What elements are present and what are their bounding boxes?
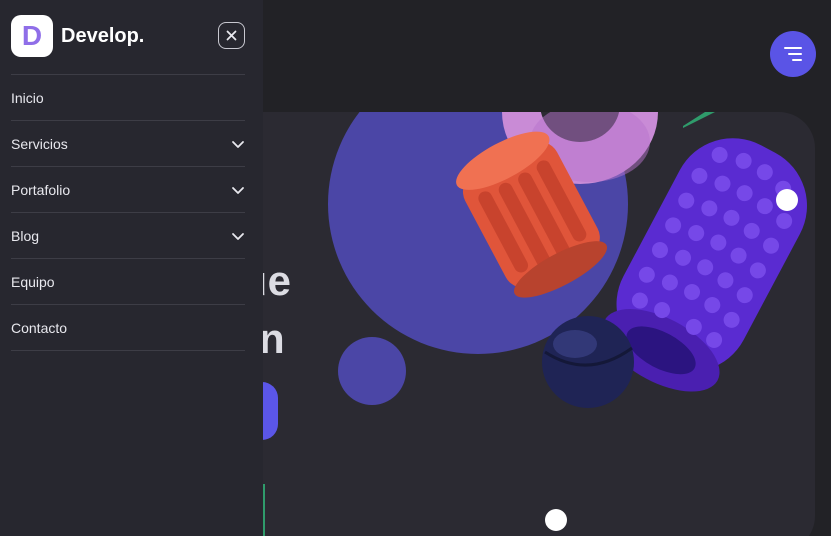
close-menu-button[interactable] — [218, 22, 245, 49]
nav-item-inicio[interactable]: Inicio — [11, 75, 245, 121]
nav-item-portafolio[interactable]: Portafolio — [11, 167, 245, 213]
chevron-down-icon[interactable] — [231, 137, 245, 151]
slider-dot[interactable] — [545, 509, 567, 531]
nav-item-servicios[interactable]: Servicios — [11, 121, 245, 167]
logo-letter: D — [21, 20, 43, 51]
nav-item-blog[interactable]: Blog — [11, 213, 245, 259]
close-icon — [226, 30, 237, 41]
chevron-down-icon[interactable] — [231, 183, 245, 197]
nav-item-label: Contacto — [11, 319, 68, 336]
hamburger-icon — [784, 47, 802, 61]
slider-dot[interactable] — [776, 189, 798, 211]
brand-name[interactable]: Develop. — [61, 25, 144, 48]
drawer-header: D Develop. — [11, 15, 251, 57]
chevron-down-icon[interactable] — [231, 229, 245, 243]
nav-item-label: Equipo — [11, 273, 55, 290]
nav-item-label: Inicio — [11, 89, 44, 106]
mobile-nav-drawer: D Develop. Inicio Servicios Portafolio B… — [0, 0, 263, 536]
drawer-nav: Inicio Servicios Portafolio Blog Equipo … — [11, 74, 245, 351]
open-menu-button[interactable] — [770, 31, 816, 77]
nav-item-label: Servicios — [11, 135, 68, 152]
nav-item-equipo[interactable]: Equipo — [11, 259, 245, 305]
nav-item-label: Blog — [11, 227, 40, 244]
logo[interactable]: D — [11, 15, 53, 57]
nav-item-label: Portafolio — [11, 181, 71, 198]
nav-item-contacto[interactable]: Contacto — [11, 305, 245, 351]
